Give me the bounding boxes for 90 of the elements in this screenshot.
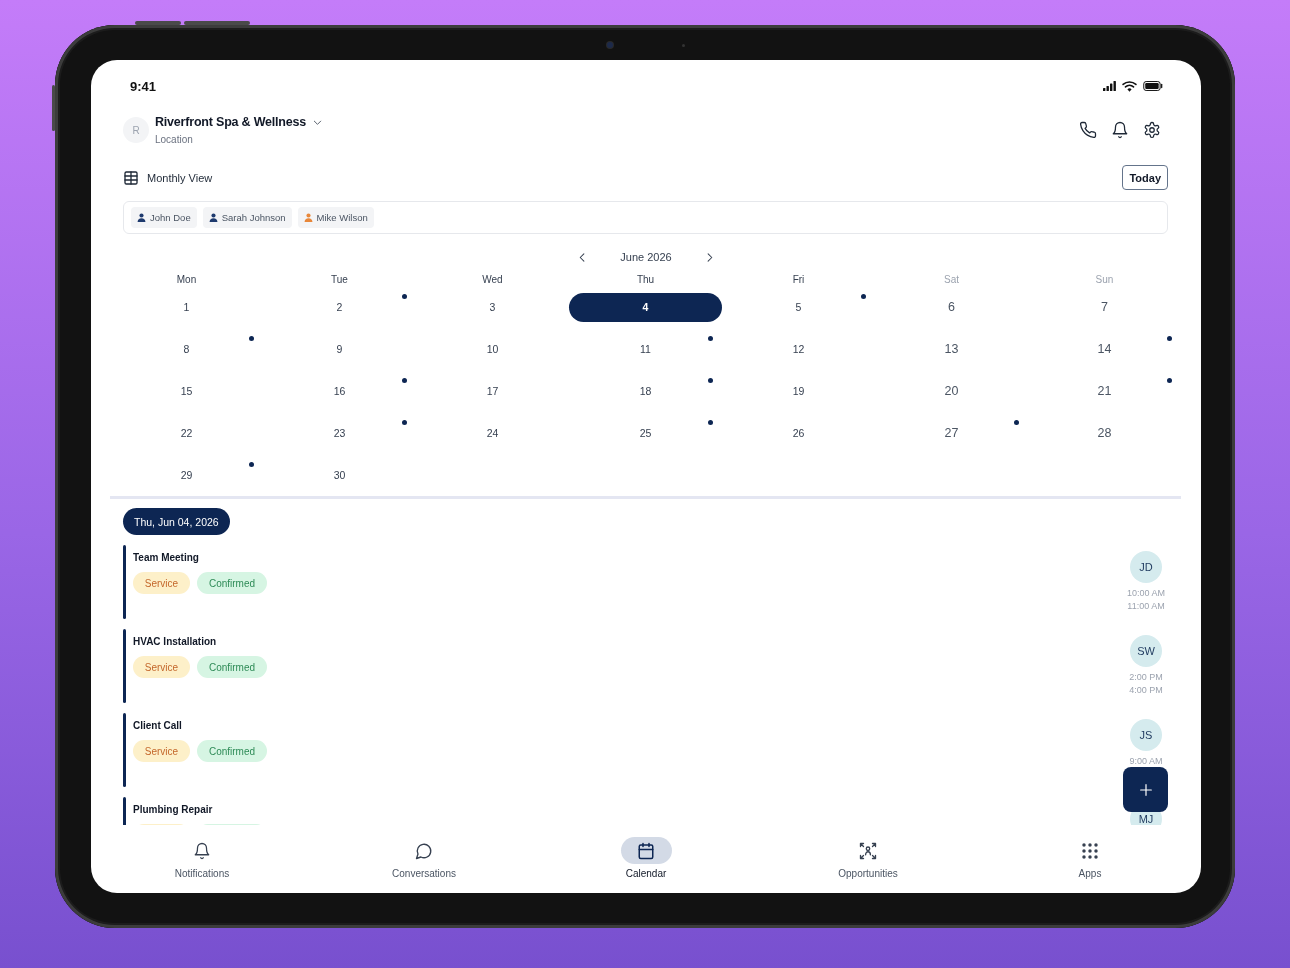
calendar-day[interactable]: 9 [336,342,343,356]
calendar-icon [620,837,672,864]
calendar-day[interactable]: 26 [792,426,805,440]
weekday-label: Sat [944,273,959,286]
calendar-day[interactable]: 13 [944,341,959,357]
calendar-day[interactable]: 27 [944,425,959,441]
dots-grid-icon [1081,841,1099,860]
event-title: Client Call [133,719,182,733]
calendar-day[interactable]: 7 [1101,299,1108,315]
selected-date-label: Thu, Jun 04, 2026 [123,508,230,535]
nav-tab[interactable]: Conversations [392,837,456,881]
nav-tab[interactable]: Opportunities [838,837,898,881]
frame-edge-ridge [184,21,250,25]
wifi-icon [1122,80,1137,92]
category-tag: Service [133,572,190,594]
signal-icon [1103,81,1116,91]
event-time: 10:00 AM [1127,587,1165,600]
weekday-label: Fri [792,273,805,286]
category-tag: Service [133,656,190,678]
monthly-view-button[interactable]: Monthly View [123,169,213,186]
calendar-day[interactable]: 25 [639,426,652,440]
plus-icon [1137,781,1154,798]
calendar-day[interactable]: 3 [489,300,496,314]
status-tag: Confirmed [197,572,267,594]
calendar-day[interactable]: 6 [948,299,955,315]
event-title: Team Meeting [133,551,199,565]
calendar-day[interactable]: 18 [639,384,652,398]
calendar-day[interactable]: 11 [640,342,651,356]
calendar-day[interactable]: 21 [1097,383,1112,399]
chevron-down-icon [312,117,324,128]
calendar-day[interactable]: 28 [1097,425,1112,441]
weekday-label: Mon [176,273,197,286]
category-tag: Service [133,740,190,762]
nav-tab[interactable]: Calendar [620,837,672,881]
calendar-day[interactable]: 8 [183,342,190,356]
calendar-day[interactable]: 10 [486,342,499,356]
weekday-label: Sun [1095,273,1114,286]
weekday-label: Wed [482,273,503,286]
assignee-avatar: SW [1130,635,1162,667]
weekday-label: Thu [636,273,655,286]
frame-edge-ridge [135,21,181,25]
status-tag: Confirmed [197,656,267,678]
status-tag: Confirmed [197,740,267,762]
event-time: 9:00 AM [1129,755,1163,768]
event-time: 2:00 PM [1129,671,1163,684]
weekday-label: Tue [331,273,348,286]
event-title: Plumbing Repair [133,803,213,817]
chat-bubble-icon [415,841,433,860]
calendar-day[interactable]: 30 [333,468,346,482]
frame-edge-ridge [52,85,55,131]
calendar-day[interactable]: 15 [180,384,193,398]
add-button[interactable] [1123,767,1168,812]
event-time: 4:00 PM [1129,684,1163,697]
staff-chip[interactable]: John Doe [131,207,197,228]
calendar-day[interactable]: 2 [336,300,343,314]
calendar-day[interactable]: 23 [333,426,346,440]
event-title: HVAC Installation [133,635,217,649]
assignee-avatar: JS [1130,719,1162,751]
calendar-day[interactable]: 12 [792,342,805,356]
calendar-day[interactable]: 4 [569,292,722,322]
calendar-day[interactable]: 17 [486,384,499,398]
staff-chip[interactable]: Mike Wilson [297,207,374,228]
calendar-day[interactable]: 16 [333,384,346,398]
calendar-day[interactable]: 14 [1097,341,1112,357]
phone-icon[interactable] [1079,121,1097,139]
battery-icon [1143,81,1163,91]
location-dropdown[interactable]: Riverfront Spa & Wellness [155,114,324,131]
event-time: 11:00 AM [1127,600,1165,613]
person-arrows-icon [859,841,877,860]
location-label: Location [155,134,193,146]
calendar-day[interactable]: 20 [944,383,959,399]
grid-icon [123,169,139,186]
calendar-day[interactable]: 1 [183,300,190,314]
calendar-day[interactable]: 5 [795,300,802,314]
nav-tab[interactable]: Notifications [174,837,230,881]
location-avatar: R [123,117,149,143]
calendar-day[interactable]: 29 [180,468,193,482]
nav-tab[interactable]: Apps [1078,837,1102,881]
calendar-day[interactable]: 24 [486,426,499,440]
camera-icon [607,42,613,48]
today-button[interactable]: Today [1122,165,1168,190]
bell-icon[interactable] [1111,121,1129,139]
status-time: 9:41 [130,78,157,94]
calendar-day[interactable]: 19 [792,384,805,398]
month-label: June 2026 [620,251,672,263]
settings-icon[interactable] [1143,121,1161,139]
assignee-avatar: JD [1130,551,1162,583]
bell-icon [193,841,211,860]
calendar-day[interactable]: 22 [180,426,193,440]
staff-chip[interactable]: Sarah Johnson [202,207,292,228]
